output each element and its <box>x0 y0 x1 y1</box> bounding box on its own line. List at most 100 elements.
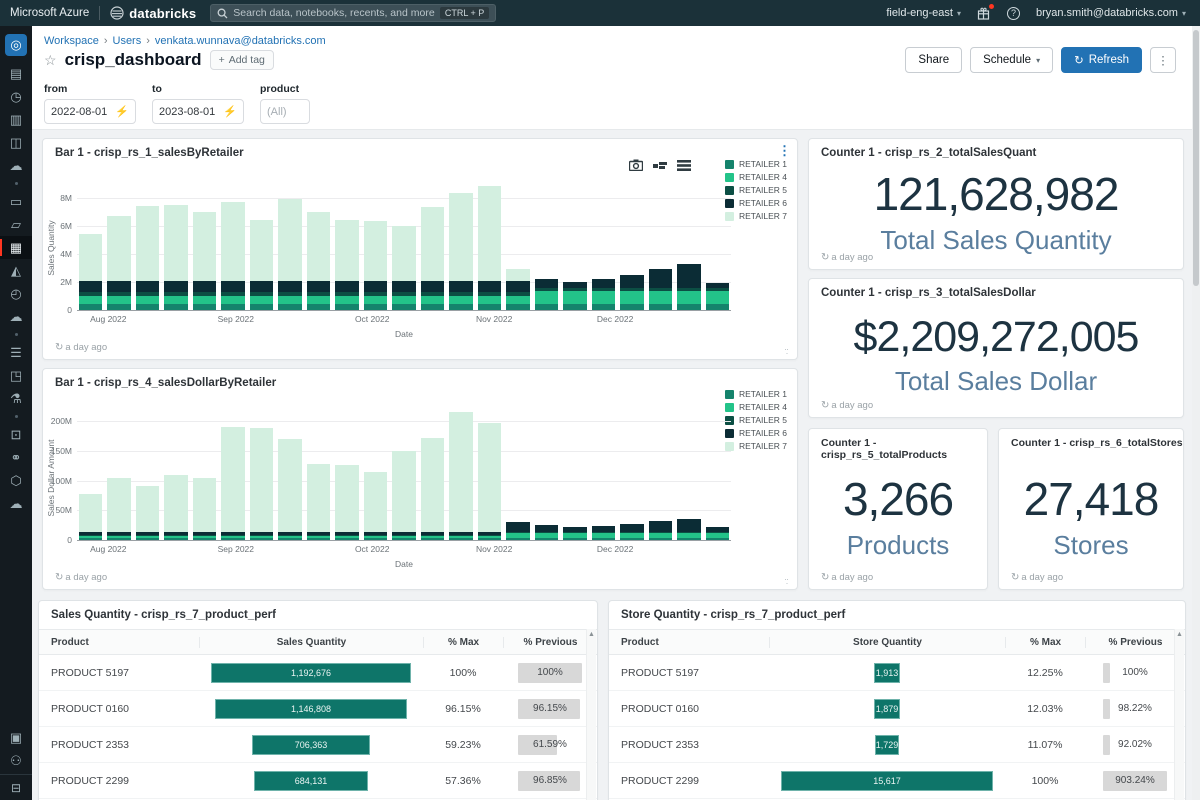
stacked-bar[interactable] <box>677 175 700 310</box>
sidebar-collapse-button[interactable]: ⊟ <box>0 774 32 800</box>
legend-item-retailer-5[interactable]: RETAILER 5 <box>725 415 787 425</box>
resize-handle[interactable]: ·· · <box>784 577 792 585</box>
plot-area[interactable]: 02M4M6M8MAug 2022Sep 2022Oct 2022Nov 202… <box>77 175 731 311</box>
more-options-button[interactable]: ⋮ <box>1150 47 1176 73</box>
stacked-bar[interactable] <box>421 405 444 540</box>
workspace-env-selector[interactable]: field-eng-east ▾ <box>886 7 961 19</box>
share-button[interactable]: Share <box>905 47 962 73</box>
sidebar-item-partner-connect[interactable]: ⚭ <box>0 446 32 469</box>
refresh-button[interactable]: ↻Refresh <box>1061 47 1142 73</box>
column-header-store-quantity[interactable]: Store Quantity <box>769 637 1005 648</box>
stacked-bar[interactable] <box>164 175 187 310</box>
resize-handle[interactable]: ·· · <box>784 347 792 355</box>
stacked-bar[interactable] <box>392 405 415 540</box>
from-date-field[interactable]: ⚡ <box>44 99 136 124</box>
chart-type-icon[interactable] <box>653 160 667 171</box>
table-scrollbar[interactable]: ▲ <box>586 629 596 800</box>
stacked-bar[interactable] <box>677 405 700 540</box>
sidebar-item-notebooks[interactable]: ▤ <box>0 62 32 85</box>
stacked-bar[interactable] <box>449 175 472 310</box>
breadcrumb-users[interactable]: Users <box>113 35 142 47</box>
legend-item-retailer-6[interactable]: RETAILER 6 <box>725 198 787 208</box>
table-row[interactable]: PRODUCT 229915,617100%903.24% <box>609 763 1185 799</box>
table-row[interactable]: PRODUCT 01601,87912.03%98.22% <box>609 691 1185 727</box>
databricks-logo[interactable]: databricks <box>110 6 196 21</box>
stacked-bar[interactable] <box>592 405 615 540</box>
stacked-bar[interactable] <box>620 175 643 310</box>
sidebar-item-experiments[interactable]: ⚗ <box>0 387 32 410</box>
stacked-bar[interactable] <box>136 175 159 310</box>
legend-item-retailer-7[interactable]: RETAILER 7 <box>725 211 787 221</box>
sidebar-item-feature-store[interactable]: ⊡ <box>0 423 32 446</box>
sidebar-item-dashboards[interactable]: ▦ <box>0 236 32 259</box>
legend-item-retailer-6[interactable]: RETAILER 6 <box>725 428 787 438</box>
table-row[interactable]: PRODUCT 23531,72911.07%92.02% <box>609 727 1185 763</box>
column-header-product[interactable]: Product <box>39 637 199 648</box>
scrollbar-thumb[interactable] <box>1193 30 1199 286</box>
sidebar-item-catalog[interactable]: ▥ <box>0 108 32 131</box>
stacked-bar[interactable] <box>449 405 472 540</box>
camera-icon[interactable] <box>629 159 643 171</box>
stacked-bar[interactable] <box>307 405 330 540</box>
stacked-bar[interactable] <box>649 175 672 310</box>
stacked-bar[interactable] <box>335 405 358 540</box>
legend-item-retailer-7[interactable]: RETAILER 7 <box>725 441 787 451</box>
stacked-bar[interactable] <box>79 175 102 310</box>
table-row[interactable]: PRODUCT 2353706,36359.23%61.59% <box>39 727 597 763</box>
stacked-bar[interactable] <box>221 175 244 310</box>
stacked-bar[interactable] <box>649 405 672 540</box>
schedule-button[interactable]: Schedule▾ <box>970 47 1053 73</box>
stacked-bar[interactable] <box>364 175 387 310</box>
user-menu[interactable]: bryan.smith@databricks.com ▾ <box>1036 7 1186 19</box>
breadcrumb-workspace[interactable]: Workspace <box>44 35 99 47</box>
table-row[interactable]: PRODUCT 2299684,13157.36%96.85% <box>39 763 597 799</box>
help-button[interactable]: ? <box>1007 7 1020 20</box>
sidebar-item-job-runs[interactable]: ☰ <box>0 341 32 364</box>
column-header-product[interactable]: Product <box>609 637 769 648</box>
stacked-bar[interactable] <box>307 175 330 310</box>
global-search[interactable]: CTRL + P <box>210 4 496 22</box>
column-header-sales-quantity[interactable]: Sales Quantity <box>199 637 423 648</box>
stacked-bar[interactable] <box>478 175 501 310</box>
legend-item-retailer-1[interactable]: RETAILER 1 <box>725 389 787 399</box>
favorite-star-icon[interactable]: ☆ <box>44 52 57 69</box>
stacked-bar[interactable] <box>535 405 558 540</box>
stacked-bar[interactable] <box>478 405 501 540</box>
table-view-icon[interactable] <box>677 160 691 171</box>
add-tag-button[interactable]: +Add tag <box>210 50 274 70</box>
sidebar-item-sql-warehouses[interactable]: ☁ <box>0 305 32 328</box>
stacked-bar[interactable] <box>620 405 643 540</box>
sidebar-item-sql-editor[interactable]: ▭ <box>0 190 32 213</box>
table-row[interactable]: PRODUCT 51971,91312.25%100% <box>609 655 1185 691</box>
column-header--max[interactable]: % Max <box>1005 637 1085 648</box>
legend-item-retailer-4[interactable]: RETAILER 4 <box>725 402 787 412</box>
stacked-bar[interactable] <box>535 175 558 310</box>
sidebar-item-marketplace[interactable]: ▣ <box>0 726 32 749</box>
stacked-bar[interactable] <box>335 175 358 310</box>
stacked-bar[interactable] <box>506 405 529 540</box>
sidebar-item-settings[interactable]: ⚇ <box>0 749 32 772</box>
table-row[interactable]: PRODUCT 01601,146,80896.15%96.15% <box>39 691 597 727</box>
to-date-field[interactable]: ⚡ <box>152 99 244 124</box>
table-scrollbar[interactable]: ▲ <box>1174 629 1184 800</box>
legend-item-retailer-1[interactable]: RETAILER 1 <box>725 159 787 169</box>
sidebar-item-serving[interactable]: ☁ <box>0 492 32 515</box>
sidebar-item-compute[interactable]: ☁ <box>0 154 32 177</box>
plot-area[interactable]: 050M100M150M200MAug 2022Sep 2022Oct 2022… <box>77 405 731 541</box>
stacked-bar[interactable] <box>107 405 130 540</box>
legend-item-retailer-4[interactable]: RETAILER 4 <box>725 172 787 182</box>
page-scrollbar[interactable] <box>1192 26 1200 800</box>
sidebar-item-models[interactable]: ⬡ <box>0 469 32 492</box>
column-header--max[interactable]: % Max <box>423 637 503 648</box>
column-header--previous[interactable]: % Previous <box>503 637 597 648</box>
sidebar-item-workflows[interactable]: ◫ <box>0 131 32 154</box>
legend-item-retailer-5[interactable]: RETAILER 5 <box>725 185 787 195</box>
stacked-bar[interactable] <box>79 405 102 540</box>
card-menu-kebab-icon[interactable]: ⋮ <box>778 143 791 159</box>
sidebar-item-delta-live-tables[interactable]: ◳ <box>0 364 32 387</box>
stacked-bar[interactable] <box>706 175 729 310</box>
whats-new-button[interactable] <box>977 7 991 20</box>
stacked-bar[interactable] <box>421 175 444 310</box>
stacked-bar[interactable] <box>278 175 301 310</box>
stacked-bar[interactable] <box>278 405 301 540</box>
